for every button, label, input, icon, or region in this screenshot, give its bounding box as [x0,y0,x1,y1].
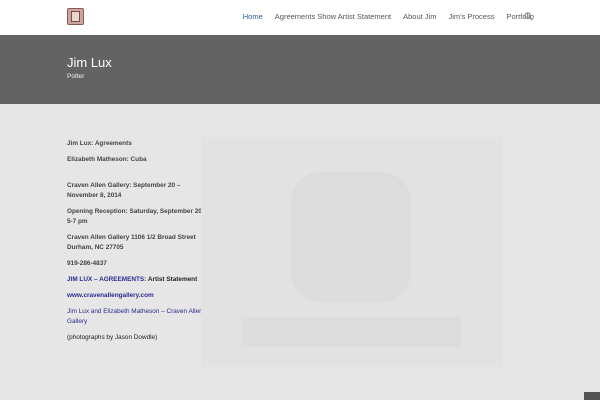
website-line: www.cravenallengallery.com [67,291,207,301]
artist-statement-line: JIM LUX – AGREEMENTS: Artist Statement [67,275,207,285]
nav-jims-process[interactable]: Jim's Process [448,12,494,21]
gallery-phone: 919-286-4837 [67,260,107,267]
main-content: Jim Lux: Agreements Elizabeth Matheson: … [67,139,207,349]
artist-statement-text: Artist Statement [146,276,198,283]
nav-agreements-show[interactable]: Agreements Show Artist Statement [275,12,391,21]
page-subtitle: Potter [67,73,85,80]
heading-cuba: Elizabeth Matheson: Cuba [67,156,147,163]
main-nav: Home Agreements Show Artist Statement Ab… [231,12,534,21]
logo-mark [71,11,80,22]
search-icon[interactable] [524,12,533,21]
page-hero: Jim Lux Potter [0,35,600,104]
nav-home[interactable]: Home [243,12,263,21]
back-to-top-button[interactable] [584,392,600,400]
gallery-link[interactable]: Jim Lux and Elizabeth Matheson – Craven … [67,308,203,325]
website-link[interactable]: www.cravenallengallery.com [67,292,154,299]
photo-sculpture [291,172,411,302]
artwork-photo [201,137,503,367]
gallery-address: Craven Allen Gallery 1106 1/2 Broad Stre… [67,234,196,251]
photo-credit: (photographs by Jason Dowdle) [67,334,158,341]
page-title: Jim Lux [67,55,112,70]
gallery-link-line: Jim Lux and Elizabeth Matheson – Craven … [67,307,207,327]
opening-reception: Opening Reception: Saturday, September 2… [67,208,204,225]
nav-about-jim[interactable]: About Jim [403,12,436,21]
agreements-link[interactable]: JIM LUX – AGREEMENTS: [67,276,146,283]
photo-pedestal [241,317,461,347]
heading-agreements: Jim Lux: Agreements [67,140,132,147]
site-logo[interactable] [67,8,84,25]
exhibition-dates: Craven Allen Gallery: September 20 – Nov… [67,182,181,199]
site-header: Home Agreements Show Artist Statement Ab… [0,0,600,35]
